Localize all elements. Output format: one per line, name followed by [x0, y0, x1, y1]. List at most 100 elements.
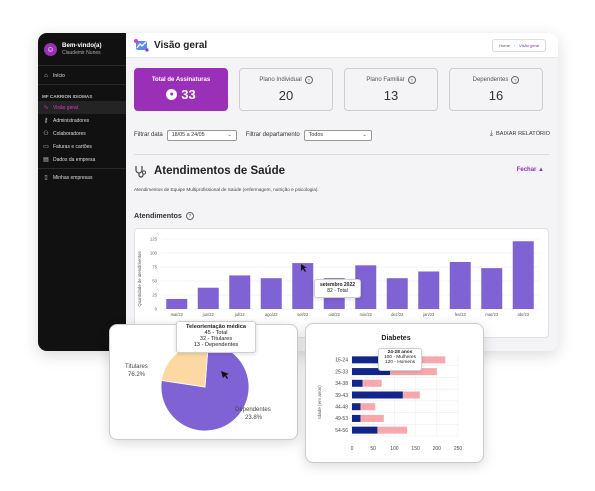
sidebar-item-label: Visão geral — [53, 104, 78, 111]
x-tick-label: nov/22 — [360, 312, 373, 317]
collapse-section-button[interactable]: Fechar ▲ — [517, 167, 544, 173]
bar-segment[interactable] — [360, 414, 384, 422]
card-dependents[interactable]: Dependentes ? 16 — [449, 68, 543, 111]
x-tick-label: ago/22 — [265, 312, 278, 317]
avatar[interactable]: ☺ — [44, 42, 57, 56]
x-tick-label: jan/23 — [422, 312, 435, 317]
sidebar-item-label: Administradores — [53, 117, 90, 124]
welcome-text: Bem-vindo(a) — [62, 42, 102, 49]
sidebar-header[interactable]: ☺ Bem-vindo(a) Claudemir Nunes — [38, 33, 126, 66]
app-window: ☺ Bem-vindo(a) Claudemir Nunes ⌂ Início … — [38, 33, 558, 351]
bar[interactable] — [386, 278, 408, 309]
sidebar-section-title: MF CARRION IDIOMAS — [42, 93, 93, 99]
breadcrumb-home[interactable]: Home — [499, 43, 510, 48]
bar[interactable] — [166, 298, 188, 309]
department-filter-value: Todos — [308, 132, 324, 138]
x-tick-label: abr/23 — [517, 312, 529, 317]
bar[interactable] — [481, 268, 503, 309]
y-tick-label: 15-24 — [335, 358, 348, 364]
sidebar-item-overview[interactable]: ∿ Visão geral — [38, 101, 126, 114]
bar[interactable] — [418, 271, 440, 309]
x-tick-label: 100 — [390, 446, 399, 452]
card-family-plan[interactable]: Plano Familiar ? 13 — [344, 68, 438, 111]
y-tick-label: 54-56 — [335, 428, 348, 434]
bar-segment[interactable] — [352, 426, 378, 434]
bar[interactable] — [512, 241, 534, 309]
date-filter-value: 18/05 a 24/05 — [171, 132, 205, 138]
y-tick-label: 50 — [152, 279, 157, 284]
user-name: Claudemir Nunes — [62, 50, 101, 56]
department-filter-select[interactable]: Todos ⌄ — [303, 129, 372, 141]
tooltip-line: 120 - Homens — [384, 360, 416, 365]
x-tick-label: fev/23 — [455, 312, 467, 317]
card-value: 16 — [488, 88, 504, 103]
chart-label-row: Atendimentos ? — [134, 211, 194, 220]
x-tick-label: 50 — [370, 446, 376, 452]
sidebar-item-home[interactable]: ⌂ Início — [38, 69, 126, 82]
bar-segment[interactable] — [352, 379, 363, 387]
card-value: 20 — [278, 88, 294, 103]
y-tick-label: 44-48 — [335, 405, 348, 411]
card-label: Dependentes — [472, 77, 509, 83]
stethoscope-icon — [135, 165, 147, 178]
sidebar-item-label: Colaboradores — [53, 130, 86, 137]
divider — [38, 168, 126, 169]
x-tick-label: jul/22 — [234, 312, 246, 317]
sidebar-item-company-data[interactable]: ▤ Dados da empresa — [38, 153, 126, 166]
sidebar-item-my-companies[interactable]: ▯ Minhas empresas — [38, 171, 126, 184]
x-tick-label: 150 — [411, 446, 420, 452]
x-tick-label: 250 — [454, 446, 463, 452]
chevron-down-icon: ⌄ — [362, 132, 367, 138]
bar-segment[interactable] — [352, 403, 361, 411]
card-total-subscriptions[interactable]: Total de Assinaturas ● 33 — [134, 68, 228, 111]
x-tick-label: out/22 — [329, 312, 341, 317]
card-value-row: ● 33 — [166, 87, 196, 102]
sidebar-item-invoices[interactable]: ▭ Faturas e cartões — [38, 140, 126, 153]
x-tick-label: dez/22 — [391, 312, 404, 317]
breadcrumb: Home / Visão geral — [492, 39, 546, 52]
card-individual-plan[interactable]: Plano Individual ? 20 — [239, 68, 333, 111]
tooltip-value: 82 · Total — [327, 288, 348, 294]
date-filter-select[interactable]: 18/05 a 24/05 ⌄ — [166, 129, 237, 141]
diabetes-chart-card: Diabetes Idade (em anos) 15-24 25-33 34-38… — [305, 323, 484, 463]
bar[interactable] — [229, 275, 251, 309]
bar-segment[interactable] — [352, 391, 403, 399]
card-label: Total de Assinaturas — [151, 77, 211, 83]
help-icon[interactable]: ? — [304, 76, 313, 84]
help-icon[interactable]: ? — [185, 211, 194, 220]
date-filter-label: Filtrar data — [134, 132, 163, 138]
chevron-up-icon: ▲ — [538, 167, 544, 173]
breadcrumb-current: Visão geral — [519, 43, 539, 48]
users-icon: ⚇ — [43, 131, 49, 137]
summary-cards: Total de Assinaturas ● 33 Plano Individu… — [134, 68, 554, 111]
sidebar-item-collaborators[interactable]: ⚇ Colaboradores — [38, 127, 126, 140]
y-tick-label: 0 — [155, 307, 158, 312]
section-title: Atendimentos de Saúde — [154, 165, 285, 177]
help-icon[interactable]: ? — [407, 76, 416, 84]
x-tick-label: 0 — [351, 446, 354, 452]
y-axis-label: Idade (em anos) — [317, 385, 322, 419]
y-tick-label: 25-33 — [335, 369, 348, 375]
bar-tooltip: setembro 2022 82 · Total — [314, 279, 361, 298]
download-report-button[interactable]: ⤓ BAIXAR RELATÓRIO — [490, 130, 550, 138]
overview-chart-icon — [134, 38, 149, 52]
bar-segment[interactable] — [402, 391, 420, 399]
help-icon[interactable]: ? — [511, 76, 520, 84]
filters-bar: Filtrar data 18/05 a 24/05 ⌄ Filtrar dep… — [134, 128, 550, 142]
section-header: Atendimentos de Saúde Fechar ▲ — [134, 162, 550, 180]
bar[interactable] — [260, 278, 282, 309]
page-title: Visão geral — [154, 39, 208, 51]
bar-segment[interactable] — [352, 414, 361, 422]
bar[interactable] — [449, 261, 471, 309]
y-tick-label: 125 — [150, 237, 158, 242]
cursor-icon — [301, 264, 307, 272]
sidebar-item-label: Minhas empresas — [53, 174, 93, 181]
collapse-label: Fechar — [516, 167, 537, 173]
bar-segment[interactable] — [362, 379, 382, 387]
sidebar-item-label: Início — [53, 72, 65, 79]
bar[interactable] — [197, 287, 219, 309]
card-label-row: Dependentes ? — [473, 76, 520, 84]
bar-segment[interactable] — [377, 426, 408, 434]
bar-segment[interactable] — [360, 403, 376, 411]
sidebar-item-admins[interactable]: ⚷ Administradores — [38, 114, 126, 127]
